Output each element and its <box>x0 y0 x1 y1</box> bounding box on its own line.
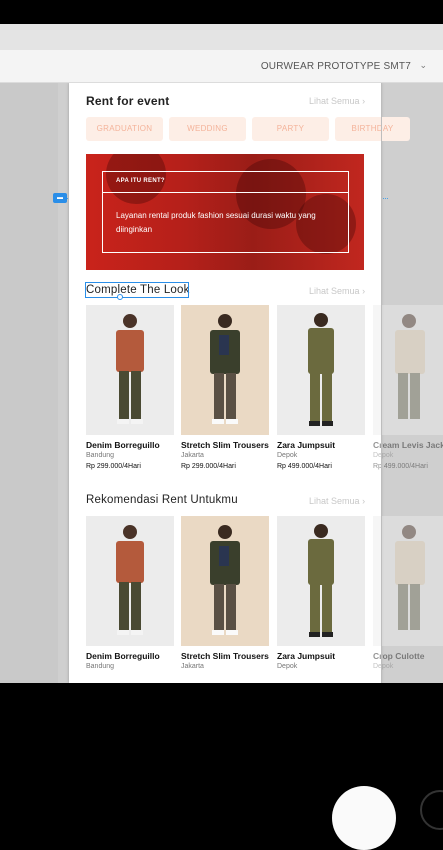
category-chip-wedding[interactable]: WEDDING <box>169 117 246 141</box>
product-image <box>277 516 365 646</box>
product-city: Bandung <box>86 663 115 670</box>
product-price: Rp 299.000/4Hari <box>86 463 141 470</box>
selection-box <box>85 282 189 298</box>
status-bar <box>0 0 443 24</box>
banner-question: APA ITU RENT? <box>116 178 165 184</box>
product-price: Rp 499.000/4Hari <box>277 463 332 470</box>
recommendation-see-all[interactable]: Lihat Semua › <box>309 496 365 506</box>
product-photo-icon <box>373 516 443 646</box>
banner-frame: APA ITU RENT? Layanan rental produk fash… <box>102 171 349 253</box>
product-image <box>181 516 269 646</box>
selection-handle[interactable] <box>117 294 123 300</box>
banner-text: Layanan rental produk fashion sesuai dur… <box>116 211 316 234</box>
product-image <box>277 305 365 435</box>
banner-divider <box>103 192 348 193</box>
product-photo-icon <box>86 516 174 646</box>
product-city: Depok <box>373 663 394 670</box>
category-chip-graduation[interactable]: GRADUATION <box>86 117 163 141</box>
product-image <box>181 305 269 435</box>
chevron-right-icon: › <box>362 286 366 296</box>
component-handle-icon[interactable]: ▬ <box>53 193 67 203</box>
tab-strip <box>0 24 443 50</box>
chevron-right-icon: › <box>362 96 366 106</box>
category-chip-birthday[interactable]: BIRTHDAY <box>335 117 410 141</box>
chevron-right-icon: › <box>362 496 366 506</box>
product-image <box>86 516 174 646</box>
product-photo-icon <box>86 305 174 435</box>
home-button-icon[interactable] <box>332 786 396 850</box>
artboard-home[interactable]: Rent for event Lihat Semua › GRADUATION … <box>69 83 410 683</box>
rent-event-see-all[interactable]: Lihat Semua › <box>309 96 365 106</box>
product-city: Depok <box>277 663 298 670</box>
artboard-edge <box>381 83 382 683</box>
product-photo-icon <box>373 305 443 435</box>
promo-banner[interactable]: APA ITU RENT? Layanan rental produk fash… <box>86 154 364 270</box>
product-photo-icon <box>181 305 269 435</box>
title-bar: OURWEAR PROTOTYPE SMT7 ⌄ <box>0 50 443 83</box>
product-photo-icon <box>277 516 365 646</box>
product-name: Cream Levis Jack <box>373 440 443 450</box>
product-price: Rp 299.000/4Hari <box>181 463 236 470</box>
product-image <box>373 516 443 646</box>
complete-look-see-all[interactable]: Lihat Semua › <box>309 286 365 296</box>
chevron-down-icon[interactable]: ⌄ <box>419 60 427 71</box>
product-city: Depok <box>373 452 394 459</box>
navigation-bar <box>0 683 443 802</box>
adjacent-artboard <box>0 83 58 683</box>
product-city: Jakarta <box>181 663 204 670</box>
product-city: Jakarta <box>181 452 204 459</box>
product-photo-icon <box>277 305 365 435</box>
product-image <box>86 305 174 435</box>
product-city: Bandung <box>86 452 115 459</box>
project-title[interactable]: OURWEAR PROTOTYPE SMT7 <box>261 61 411 72</box>
category-chip-party[interactable]: PARTY <box>252 117 329 141</box>
product-photo-icon <box>181 516 269 646</box>
product-image <box>373 305 443 435</box>
product-city: Depok <box>277 452 298 459</box>
recommendation-title: Rekomendasi Rent Untukmu <box>86 494 238 506</box>
design-canvas[interactable]: ▬ Rent for event Lihat Semua › GRADUATIO… <box>0 83 443 683</box>
rent-event-title: Rent for event <box>86 94 170 108</box>
product-name: Crop Culotte <box>373 651 425 661</box>
